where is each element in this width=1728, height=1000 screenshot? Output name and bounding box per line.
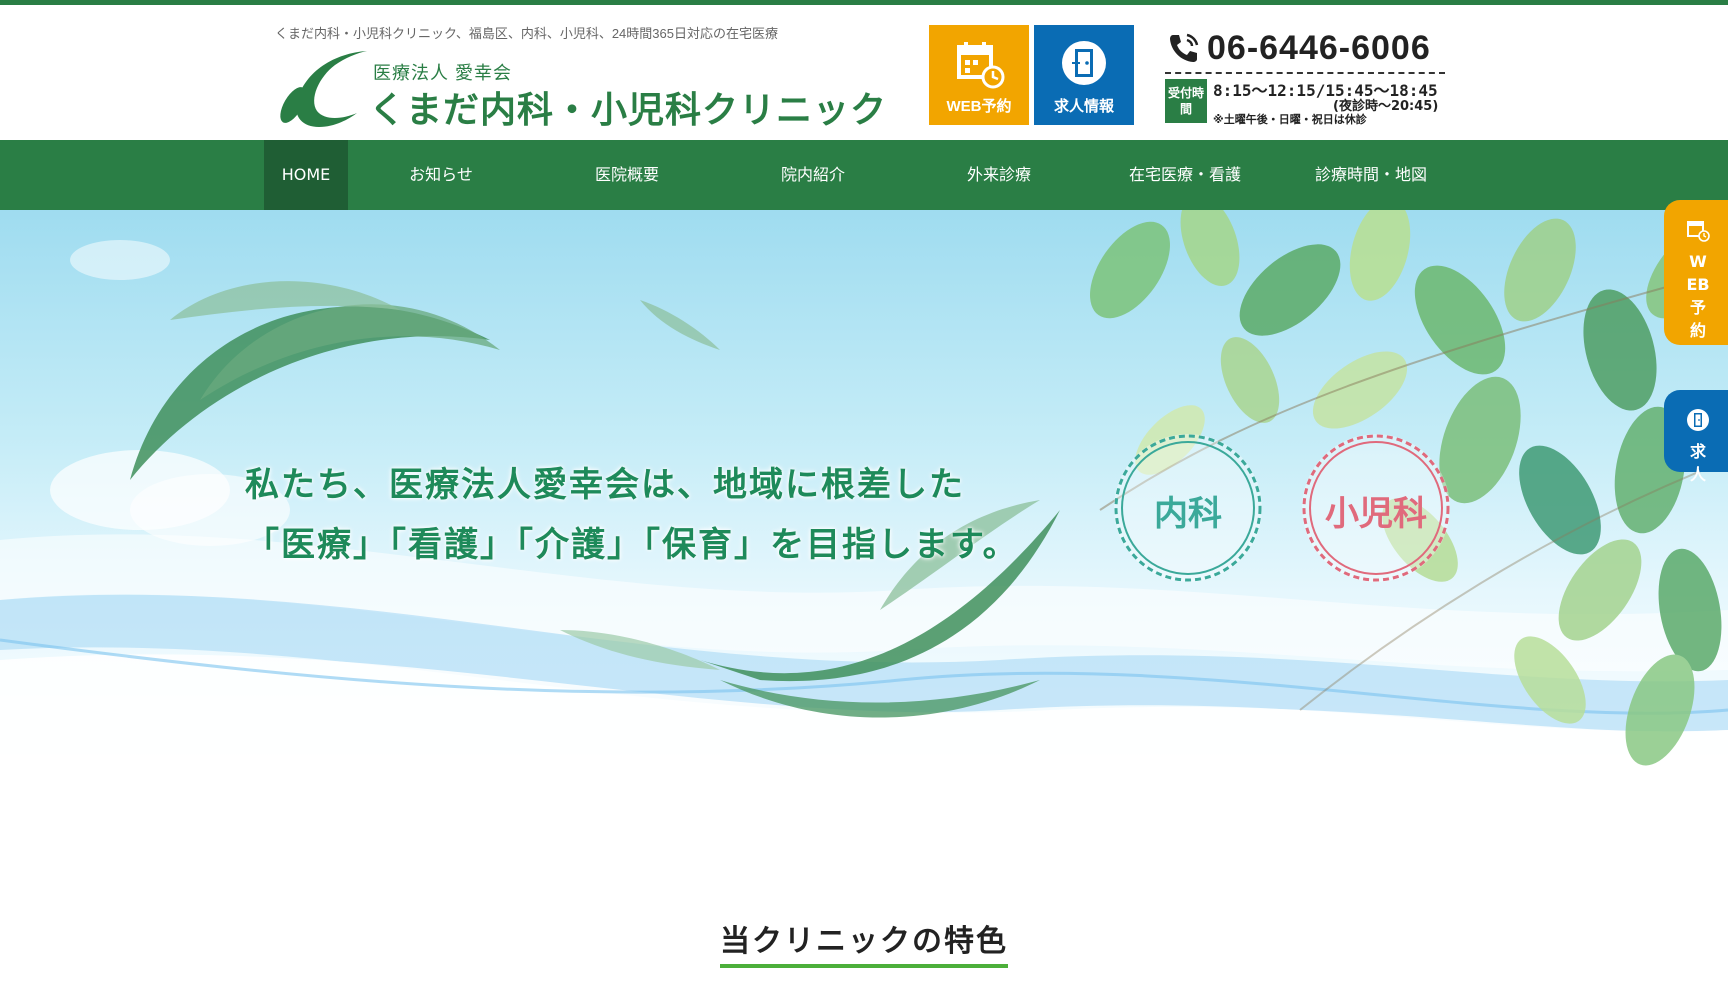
features-section-heading: 当クリニックの特色	[0, 916, 1728, 968]
site-header: くまだ内科・小児科クリニック、福島区、内科、小児科、24時間365日対応の在宅医…	[0, 5, 1728, 140]
logo-leaf-icon	[280, 51, 367, 127]
calendar-clock-icon	[957, 42, 1005, 89]
nav-hours-map[interactable]: 診療時間・地図	[1278, 140, 1464, 210]
site-tagline: くまだ内科・小児科クリニック、福島区、内科、小児科、24時間365日対応の在宅医…	[275, 26, 778, 41]
recruit-button[interactable]: 求人情報	[1034, 25, 1134, 125]
nav-news[interactable]: お知らせ	[348, 140, 534, 210]
nav-clinic-overview[interactable]: 医院概要	[534, 140, 720, 210]
main-nav: HOME お知らせ 医院概要 院内紹介 外来診療 在宅医療・看護 診療時間・地図	[0, 140, 1728, 210]
web-reservation-label: WEB予約	[946, 98, 1012, 115]
side-web-reservation-label: WEB予約	[1686, 252, 1710, 340]
nav-facility-tour[interactable]: 院内紹介	[720, 140, 906, 210]
nav-outpatient[interactable]: 外来診療	[906, 140, 1092, 210]
hero-banner: 私たち、医療法人愛幸会は、地域に根差した 「医療」「看護」「介護」「保育」を目指…	[0, 210, 1728, 850]
contact-block: 06-6446-6006 受付時間 8:15〜12:15/15:45〜18:45…	[1165, 29, 1450, 129]
nav-home-care[interactable]: 在宅医療・看護	[1092, 140, 1278, 210]
hero-message-line-2: 「医療」「看護」「介護」「保育」を目指します。	[245, 525, 1019, 565]
door-icon	[1687, 409, 1709, 431]
features-title: 当クリニックの特色	[720, 916, 1008, 968]
phone-number[interactable]: 06-6446-6006	[1207, 29, 1431, 68]
hours-badge: 受付時間	[1165, 79, 1207, 123]
phone-divider	[1165, 72, 1445, 74]
recruit-label: 求人情報	[1053, 98, 1114, 115]
door-icon	[1062, 41, 1106, 85]
internal-medicine-stamp[interactable]: 内科	[1108, 428, 1268, 588]
pediatrics-stamp[interactable]: 小児科	[1296, 428, 1456, 588]
web-reservation-button[interactable]: WEB予約	[929, 25, 1029, 125]
side-web-reservation-tab[interactable]: WEB予約	[1664, 200, 1728, 345]
nav-home[interactable]: HOME	[264, 140, 348, 210]
pediatrics-label: 小児科	[1325, 494, 1427, 534]
hero-message-line-1: 私たち、医療法人愛幸会は、地域に根差した	[245, 465, 965, 505]
site-logo[interactable]: 医療法人 愛幸会 くまだ内科・小児科クリニック	[275, 49, 886, 131]
logo-title: くまだ内科・小児科クリニック	[369, 90, 888, 131]
phone-icon	[1170, 33, 1199, 62]
calendar-clock-icon	[1687, 221, 1710, 242]
hours-note: ※土曜午後・日曜・祝日は休診	[1213, 113, 1367, 126]
internal-medicine-label: 内科	[1154, 494, 1222, 534]
side-recruit-tab[interactable]: 求人	[1664, 390, 1728, 484]
side-recruit-label: 求人	[1689, 442, 1706, 484]
